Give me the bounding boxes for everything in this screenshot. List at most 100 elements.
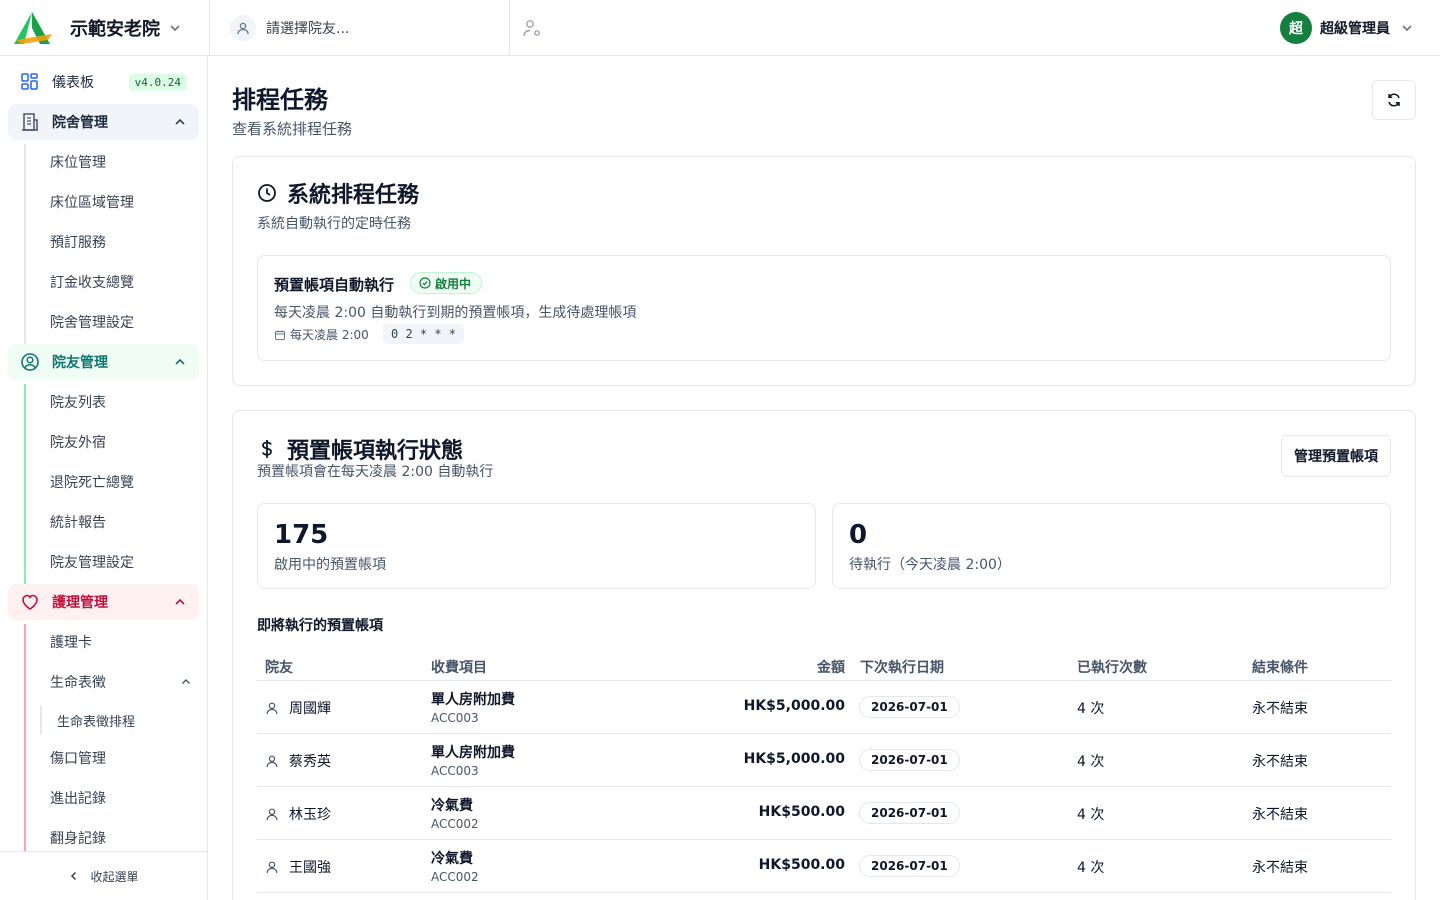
user-settings-icon[interactable] [522,18,542,38]
sidebar-item-vitals[interactable]: 生命表徵 [50,664,200,700]
run-count: 4 次 [1077,701,1105,717]
sidebar-item-discharge[interactable]: 退院死亡總覽 [50,464,134,500]
avatar: 超 [1280,11,1312,44]
collapse-label: 收起選單 [90,869,139,884]
sidebar-item-care-card[interactable]: 護理卡 [50,624,92,660]
user-icon [265,754,279,768]
sidebar-item-reports[interactable]: 統計報告 [50,504,106,540]
item-code: ACC003 [431,711,479,725]
chevron-up-icon [175,118,185,125]
facility-name: 示範安老院 [70,18,160,40]
item-code: ACC002 [431,870,479,884]
stat-active-presets: 175 啟用中的預置帳項 [257,503,816,589]
item-name: 冷氣費 [431,851,473,867]
table-title: 即將執行的預置帳項 [257,618,383,634]
system-tasks-title: 系統排程任務 [257,177,419,209]
main-content: 排程任務 查看系統排程任務 系統排程任務 系統自動執行的定時任務 預置帳項自動執… [208,56,1440,900]
sidebar-item-bookings[interactable]: 預訂服務 [50,224,106,260]
end-condition: 永不結束 [1252,701,1308,717]
item-code: ACC002 [431,817,479,831]
status-badge: 啟用中 [410,272,483,294]
status-label: 啟用中 [435,276,472,291]
system-tasks-card: 系統排程任務 系統自動執行的定時任務 預置帳項自動執行 啟用中 每天凌晨 2:0… [232,156,1416,386]
table-row[interactable]: 林玉珍 冷氣費 ACC002 HK$500.00 2026-07-01 4 次 … [257,787,1391,840]
chevron-up-icon [175,358,185,365]
next-date-badge: 2026-07-01 [859,855,960,877]
table-row[interactable]: 王國強 冷氣費 ACC002 HK$500.00 2026-07-01 4 次 … [257,840,1391,893]
sidebar-item-deposits[interactable]: 訂金收支總覽 [50,264,134,300]
table-row[interactable]: 周國輝 單人房附加費 ACC003 HK$5,000.00 2026-07-01… [257,681,1391,734]
sidebar-item-bed-zones[interactable]: 床位區域管理 [50,184,134,220]
resident-cell: 王國強 [265,857,331,877]
sidebar-item-beds[interactable]: 床位管理 [50,144,106,180]
preset-status-description: 預置帳項會在每天凌晨 2:00 自動執行 [257,464,494,480]
item-code: ACC003 [431,764,479,778]
next-date-badge: 2026-07-01 [859,696,960,718]
calendar-icon [274,329,286,341]
sidebar-group-label: 院友管理 [52,355,108,371]
end-condition: 永不結束 [1252,807,1308,823]
sidebar-group-residents[interactable]: 院友管理 [8,344,199,380]
resident-cell: 林玉珍 [265,804,331,824]
sidebar-item-turning[interactable]: 翻身記錄 [50,820,106,851]
user-menu[interactable]: 超 超級管理員 [1280,11,1440,44]
user-icon [265,701,279,715]
end-condition: 永不結束 [1252,860,1308,876]
sidebar-item-label: 儀表板 [52,75,94,91]
refresh-button[interactable] [1372,80,1416,120]
amount: HK$5,000.00 [743,698,845,714]
task-name: 預置帳項自動執行 [274,276,395,294]
upcoming-presets-table: 院友 收費項目 金額 下次執行日期 已執行次數 結束條件 周國輝 單人房附加費 … [257,649,1391,893]
chevron-down-icon [1402,24,1412,31]
table-header: 院友 收費項目 金額 下次執行日期 已執行次數 結束條件 [257,649,1391,681]
end-condition: 永不結束 [1252,754,1308,770]
sidebar-item-resident-list[interactable]: 院友列表 [50,384,106,420]
next-date-badge: 2026-07-01 [859,802,960,824]
stat-pending: 0 待執行（今天凌晨 2:00） [832,503,1391,589]
resident-name: 周國輝 [289,701,331,717]
amount: HK$500.00 [758,857,845,873]
manage-presets-button[interactable]: 管理預置帳項 [1281,435,1391,477]
item-name: 單人房附加費 [431,745,515,761]
sidebar-group-care[interactable]: 護理管理 [8,584,199,620]
sidebar-group-label: 護理管理 [52,595,108,611]
sidebar-group-facility[interactable]: 院舍管理 [8,104,199,140]
user-icon [265,807,279,821]
chevron-left-icon [71,871,77,881]
card-title-text: 系統排程任務 [287,183,420,208]
facility-switcher[interactable]: 示範安老院 [0,0,210,56]
run-count: 4 次 [1077,860,1105,876]
column-header: 收費項目 [431,660,487,676]
sidebar-item-resident-settings[interactable]: 院友管理設定 [50,544,134,580]
table-row[interactable]: 蔡秀英 單人房附加費 ACC003 HK$5,000.00 2026-07-01… [257,734,1391,787]
building-icon [20,112,40,132]
sidebar-item-wounds[interactable]: 傷口管理 [50,740,106,776]
chevron-up-icon [182,679,190,684]
task-description: 每天凌晨 2:00 自動執行到期的預置帳項，生成待處理帳項 [274,305,637,321]
sidebar-item-resident-leave[interactable]: 院友外宿 [50,424,106,460]
schedule-text: 每天凌晨 2:00 [290,328,369,342]
stat-value: 0 [849,520,868,550]
resident-cell: 蔡秀英 [265,751,331,771]
task-item: 預置帳項自動執行 啟用中 每天凌晨 2:00 自動執行到期的預置帳項，生成待處理… [257,255,1391,361]
resident-name: 蔡秀英 [289,754,331,770]
resident-placeholder: 請選擇院友... [266,20,350,37]
resident-selector[interactable]: 請選擇院友... [230,0,510,56]
sidebar-item-entry-exit[interactable]: 進出記錄 [50,780,106,816]
sidebar-item-vitals-schedule[interactable]: 生命表徵排程 [57,706,135,734]
amount: HK$5,000.00 [743,751,845,767]
sidebar-item-facility-settings[interactable]: 院舍管理設定 [50,304,134,340]
user-icon [265,860,279,874]
page-subtitle: 查看系統排程任務 [232,120,353,138]
item-name: 單人房附加費 [431,692,515,708]
chevron-up-icon [175,598,185,605]
collapse-sidebar-button[interactable]: 收起選單 [0,851,207,900]
user-icon [230,14,256,41]
sidebar-item-dashboard[interactable]: 儀表板 v4.0.24 [8,64,199,100]
heart-icon [20,592,40,612]
chevron-down-icon [170,24,180,31]
resident-name: 林玉珍 [289,807,331,823]
sidebar-scroll[interactable]: 儀表板 v4.0.24 院舍管理 床位管理 床位區域管理 預訂服務 訂金收支總覽… [0,56,207,851]
column-header: 已執行次數 [1077,660,1147,676]
refresh-icon [1388,93,1400,107]
